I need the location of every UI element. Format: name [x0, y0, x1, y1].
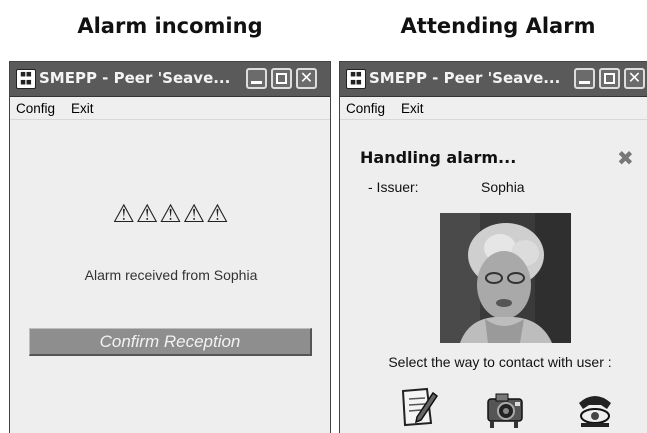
maximize-button[interactable]	[271, 68, 292, 89]
camera-icon[interactable]	[484, 385, 528, 429]
menu-exit[interactable]: Exit	[401, 101, 424, 116]
caption-alarm-incoming: Alarm incoming	[77, 14, 263, 38]
confirm-reception-button[interactable]: Confirm Reception	[29, 328, 312, 356]
menu-exit[interactable]: Exit	[71, 101, 94, 116]
note-edit-icon[interactable]	[395, 385, 439, 429]
maximize-icon	[276, 73, 287, 84]
smepp-app-icon: ◼◼ ◼◼	[346, 69, 366, 89]
maximize-button[interactable]	[599, 68, 620, 89]
minimize-button[interactable]	[574, 68, 595, 89]
close-icon: ✕	[299, 68, 314, 87]
alarm-incoming-window: ◼◼ ◼◼ SMEPP - Peer 'Seave... ✕ Config Exi…	[9, 61, 331, 433]
close-button[interactable]: ✕	[296, 68, 317, 89]
menu-bar: Config Exit	[10, 97, 330, 120]
title-bar[interactable]: ◼◼ ◼◼ SMEPP - Peer 'Seave... ✕	[10, 62, 330, 97]
title-bar[interactable]: ◼◼ ◼◼ SMEPP - Peer 'Seave... ✕	[340, 62, 647, 97]
minimize-icon	[251, 81, 262, 84]
minimize-icon	[579, 81, 590, 84]
smepp-app-icon: ◼◼ ◼◼	[16, 69, 36, 89]
issuer-value: Sophia	[481, 179, 525, 195]
issuer-label: - Issuer:	[368, 179, 419, 195]
attending-alarm-window: ◼◼ ◼◼ SMEPP - Peer 'Seave... ✕ Config Exi…	[339, 61, 647, 433]
contact-prompt: Select the way to contact with user :	[388, 354, 612, 370]
caption-attending-alarm: Attending Alarm	[400, 14, 596, 38]
close-x-icon[interactable]: ✖	[617, 146, 634, 170]
window-title: SMEPP - Peer 'Seave...	[39, 69, 231, 87]
menu-config[interactable]: Config	[16, 101, 55, 116]
user-photo	[440, 213, 571, 343]
alarm-received-text: Alarm received from Sophia	[84, 267, 258, 283]
menu-bar: Config Exit	[340, 97, 647, 120]
maximize-icon	[604, 73, 615, 84]
menu-config[interactable]: Config	[346, 101, 385, 116]
close-icon: ✕	[627, 68, 642, 87]
telephone-icon[interactable]	[573, 385, 617, 429]
warning-icon: ⚠⚠⚠⚠⚠	[112, 199, 230, 228]
handling-alarm-heading: Handling alarm...	[360, 148, 517, 167]
close-button[interactable]: ✕	[624, 68, 645, 89]
window-title: SMEPP - Peer 'Seave...	[369, 69, 561, 87]
minimize-button[interactable]	[246, 68, 267, 89]
